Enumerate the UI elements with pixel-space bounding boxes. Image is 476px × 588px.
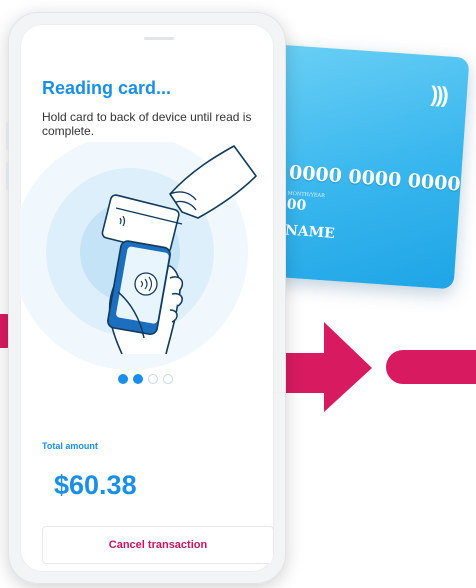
tap-card-illustration [20,142,257,370]
phone-screen: Reading card... Hold card to back of dev… [20,24,274,572]
volume-button [6,122,9,150]
arrow-right-icon [282,322,372,412]
volume-button [6,162,9,190]
cardholder-name: NAME [284,222,336,242]
card-expiry: 00 [286,196,307,214]
total-amount-value: $60.38 [54,470,137,500]
pagination-dot[interactable] [148,374,158,384]
arrow-stub-right [386,350,476,384]
instruction-text: Hold card to back of device until read i… [42,110,252,138]
pagination-dot[interactable] [163,374,173,384]
card-number: 0000 0000 0000 [288,161,462,196]
total-amount-label: Total amount [42,441,98,451]
contactless-icon: ))) [430,81,448,108]
pagination-dot[interactable] [118,374,128,384]
credit-card: ))) 0000 0000 0000 MONTH/YEAR 00 NAME [253,44,470,290]
speaker-grille [144,37,174,40]
phone-device: Reading card... Hold card to back of dev… [6,12,286,584]
pagination-dots [118,374,173,384]
page-title: Reading card... [42,78,172,98]
cancel-transaction-button[interactable]: Cancel transaction [42,526,274,564]
pagination-dot[interactable] [133,374,143,384]
